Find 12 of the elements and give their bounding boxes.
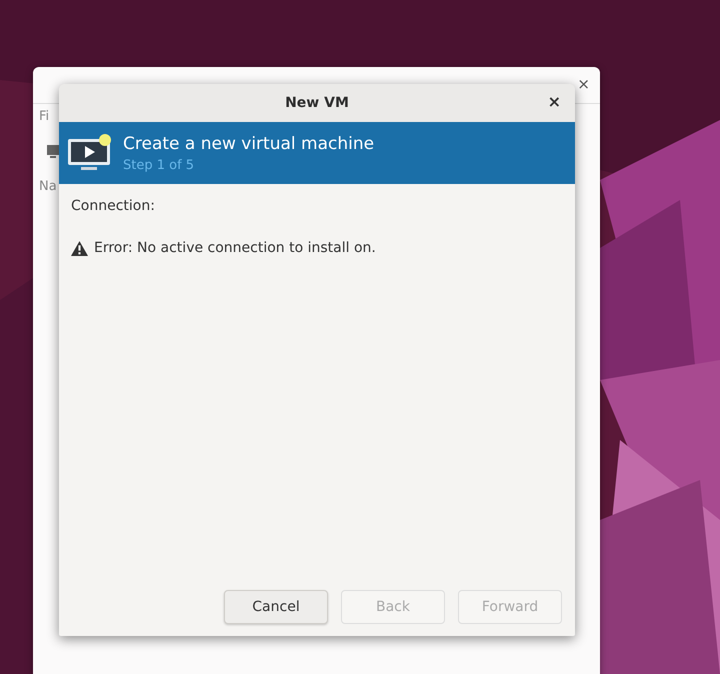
monitor-play-icon bbox=[67, 133, 113, 173]
close-button[interactable]: × bbox=[577, 75, 590, 93]
close-button[interactable]: × bbox=[544, 92, 565, 111]
error-message: Error: No active connection to install on. bbox=[94, 240, 376, 256]
step-label: Step 1 of 5 bbox=[123, 158, 196, 172]
header-title: Create a new virtual machine bbox=[123, 134, 374, 154]
monitor-icon bbox=[47, 145, 59, 159]
connection-label: Connection: bbox=[71, 198, 156, 214]
dialog-title: New VM bbox=[285, 95, 349, 111]
dialog-button[interactable]: Cancel bbox=[224, 590, 328, 624]
warning-icon bbox=[71, 240, 88, 256]
column-header: Na bbox=[39, 179, 57, 194]
